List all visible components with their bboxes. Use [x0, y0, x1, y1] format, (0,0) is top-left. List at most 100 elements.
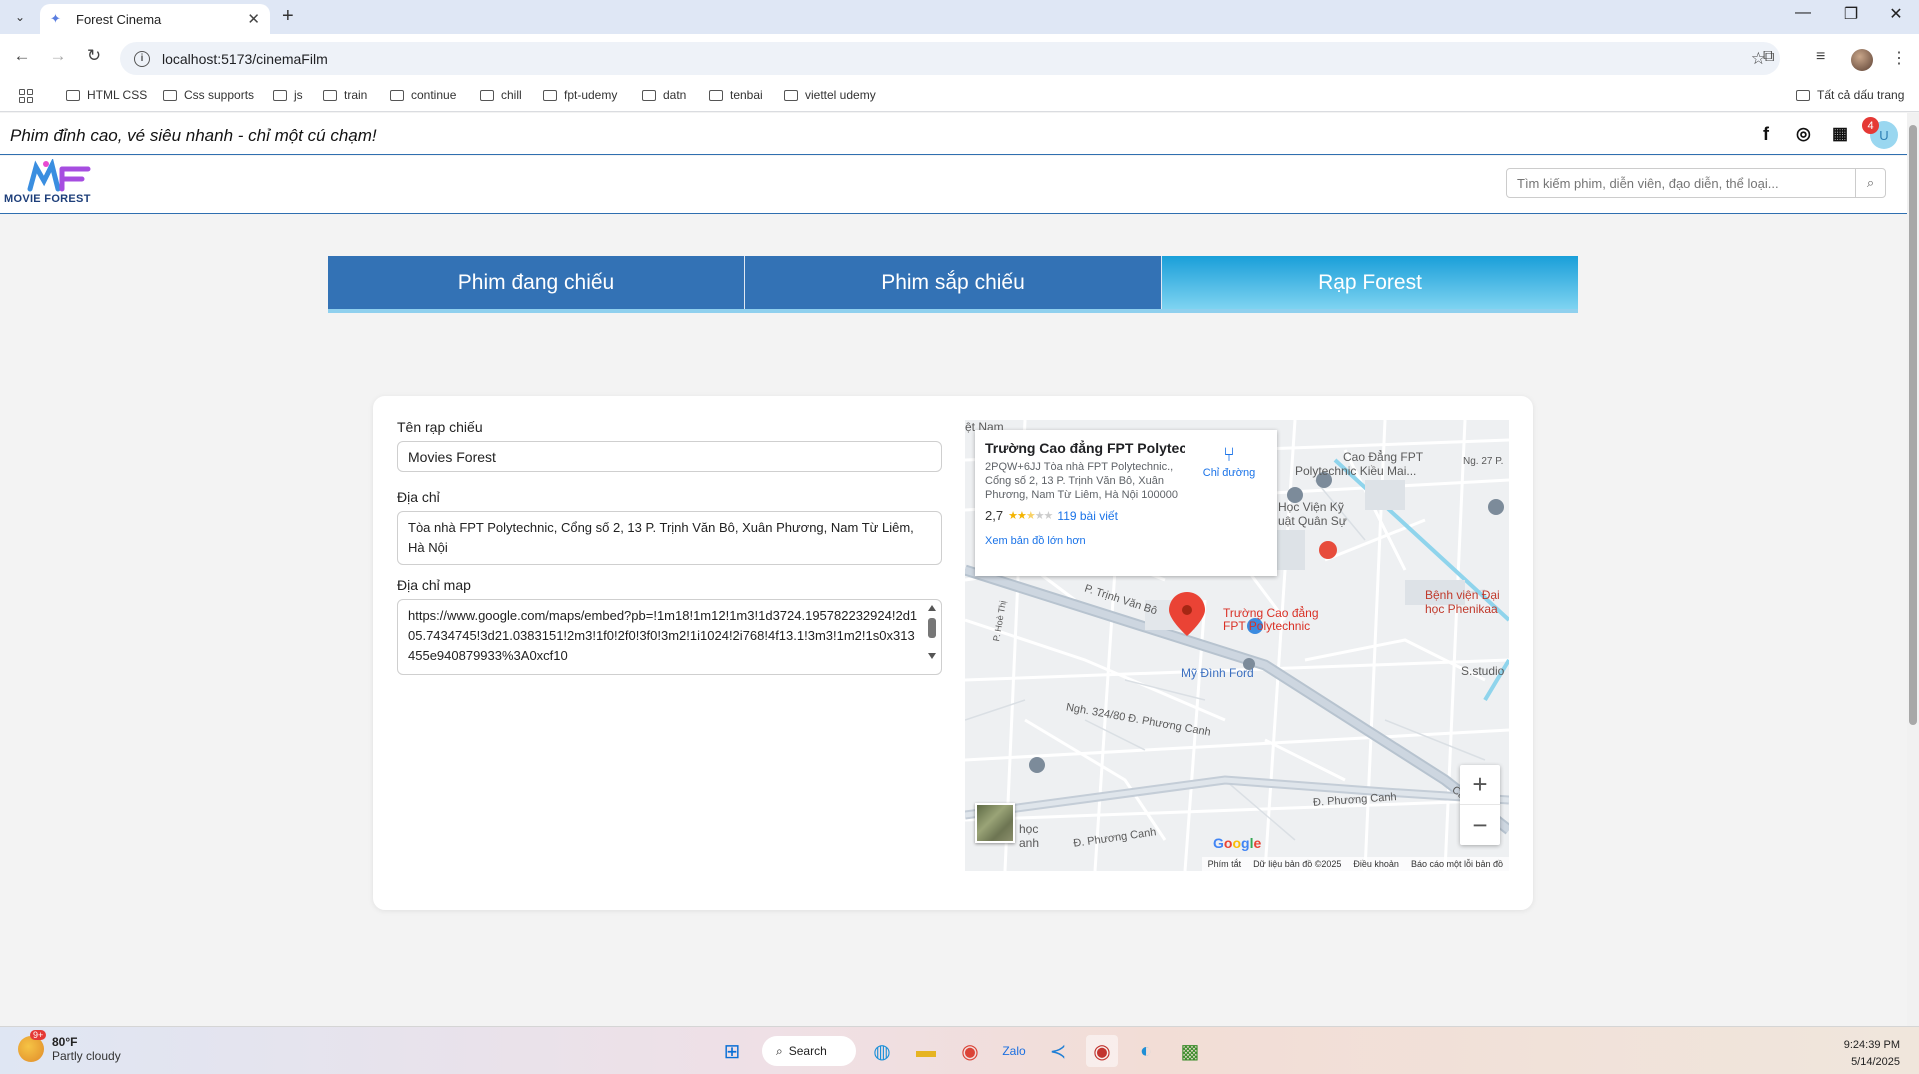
terms-link[interactable]: Điều khoản	[1353, 859, 1399, 869]
close-tab-icon[interactable]: ✕	[247, 10, 260, 28]
map-marker-label: Trường Cao đẳng	[1223, 606, 1319, 620]
bookmark-folder[interactable]: HTML CSS	[66, 88, 147, 102]
zoom-in-button[interactable]: +	[1460, 765, 1500, 805]
bookmark-folder[interactable]: train	[323, 88, 367, 102]
folder-icon	[480, 89, 494, 101]
keyboard-shortcuts-link[interactable]: Phím tắt	[1208, 859, 1242, 869]
file-explorer-icon[interactable]: ▬	[910, 1035, 942, 1067]
zoom-out-button[interactable]: −	[1460, 805, 1500, 845]
weather-desc: Partly cloudy	[52, 1049, 121, 1063]
place-info-card: Trường Cao đẳng FPT Polytec... 2PQW+6JJ …	[975, 430, 1277, 576]
weather-widget[interactable]: 9+ 80°F Partly cloudy	[18, 1030, 121, 1063]
back-button[interactable]: ←	[10, 46, 34, 66]
bookmark-folder[interactable]: continue	[390, 88, 456, 102]
directions-button[interactable]: ⑂ Chỉ đường	[1199, 444, 1259, 479]
map-url-label: Địa chỉ map	[397, 577, 471, 593]
chrome-icon[interactable]: ◉	[954, 1035, 986, 1067]
search-button[interactable]: ⌕	[1855, 169, 1885, 197]
site-topbar: Phim đỉnh cao, vé siêu nhanh - chỉ một c…	[0, 113, 1907, 155]
report-error-link[interactable]: Báo cáo một lỗi bản đồ	[1411, 859, 1503, 869]
map-label: anh	[1019, 836, 1040, 850]
film-ticket-icon[interactable]: ▦	[1832, 124, 1848, 144]
map-label: Cao Đẳng FPT	[1343, 450, 1424, 464]
vscode-icon[interactable]: ≺	[1042, 1035, 1074, 1067]
tab-now-showing[interactable]: Phim đang chiếu	[328, 256, 745, 309]
apps-grid-icon[interactable]	[19, 89, 33, 103]
folder-icon	[66, 89, 80, 101]
map-marker-label: FPT Polytechnic	[1223, 619, 1311, 633]
bookmark-folder[interactable]: chill	[480, 88, 522, 102]
bookmark-folder[interactable]: tenbai	[709, 88, 763, 102]
windows-taskbar: 9+ 80°F Partly cloudy ⊞ ⌕ Search ◍ ▬ ◉ Za…	[0, 1026, 1919, 1074]
minimize-button[interactable]: —	[1780, 4, 1826, 22]
search-input[interactable]	[1507, 169, 1855, 197]
bookmark-folder[interactable]: fpt-udemy	[543, 88, 617, 102]
map-label: Học Viện Kỹ	[1278, 500, 1344, 514]
taskbar-search[interactable]: ⌕ Search	[762, 1036, 856, 1066]
page-scrollbar[interactable]	[1907, 113, 1919, 1026]
reviews-link[interactable]: 119 bài viết	[1057, 509, 1118, 523]
system-clock[interactable]: 9:24:39 PM 5/14/2025	[1830, 1037, 1900, 1070]
address-field[interactable]: Tòa nhà FPT Polytechnic, Cổng số 2, 13 P…	[397, 511, 942, 565]
edge-icon[interactable]: ◍	[866, 1035, 898, 1067]
address-bar[interactable]: i localhost:5173/cinemaFilm ☆	[120, 42, 1780, 75]
weather-badge: 9+	[30, 1030, 47, 1040]
map-label: học Phenikaa	[1425, 602, 1498, 616]
textarea-scrollbar[interactable]	[925, 602, 939, 672]
map-label: Mỹ Đình Ford	[1181, 666, 1254, 680]
folder-icon	[709, 89, 723, 101]
place-address: 2PQW+6JJ Tòa nhà FPT Polytechnic., Cổng …	[985, 461, 1178, 501]
close-window-button[interactable]: ✕	[1873, 4, 1919, 24]
instagram-icon[interactable]: ◎	[1796, 124, 1811, 144]
rating-stars-icon: ★★★★★	[1008, 510, 1053, 523]
facebook-icon[interactable]: f	[1763, 124, 1769, 145]
chevron-down-icon: ⌄	[14, 10, 26, 24]
more-menu-icon[interactable]: ⋮	[1891, 48, 1907, 68]
new-tab-button[interactable]: +	[282, 5, 294, 28]
slogan: Phim đỉnh cao, vé siêu nhanh - chỉ một c…	[10, 126, 377, 145]
tab-forest-cinema[interactable]: Rạp Forest	[1162, 256, 1578, 309]
map-label: Polytechnic Kiều Mai...	[1295, 464, 1417, 478]
media-controls-icon[interactable]: ≡	[1816, 48, 1825, 66]
profile-avatar[interactable]	[1851, 49, 1873, 71]
cinema-info-card: Tên rạp chiếu Movies Forest Địa chỉ Tòa …	[373, 396, 1533, 910]
folder-icon	[642, 89, 656, 101]
restore-button[interactable]: ❐	[1828, 4, 1874, 24]
map-footer: Phím tắt Dữ liệu bản đồ ©2025 Điều khoản…	[1201, 857, 1509, 871]
rating-value: 2,7	[985, 508, 1004, 524]
satellite-toggle[interactable]	[975, 803, 1015, 843]
app-icon-green[interactable]: ▩	[1174, 1035, 1206, 1067]
zalo-icon[interactable]: Zalo	[998, 1035, 1030, 1067]
app-icon[interactable]: ◐	[1130, 1035, 1162, 1067]
tab-search-button[interactable]: ⌄	[8, 6, 32, 28]
map-url-field[interactable]: https://www.google.com/maps/embed?pb=!1m…	[397, 599, 942, 675]
view-larger-map-link[interactable]: Xem bản đồ lớn hơn	[985, 535, 1267, 547]
google-map-embed[interactable]: ệt Nam Cao Đẳng FPT Polytechnic Kiều Mai…	[965, 420, 1509, 871]
chrome-active-icon[interactable]: ◉	[1086, 1035, 1118, 1067]
forward-button[interactable]: →	[46, 46, 70, 66]
all-bookmarks[interactable]: Tất cả dấu trang	[1796, 88, 1904, 102]
directions-label: Chỉ đường	[1202, 467, 1256, 479]
cinema-name-field[interactable]: Movies Forest	[397, 441, 942, 472]
clock-time: 9:24:39 PM	[1843, 1039, 1900, 1051]
address-label: Địa chỉ	[397, 489, 440, 505]
reload-button[interactable]: ↻	[82, 46, 106, 66]
windows-start-icon[interactable]: ⊞	[716, 1035, 748, 1067]
extensions-icon[interactable]: ⧉	[1763, 48, 1774, 66]
bookmark-folder[interactable]: js	[273, 88, 303, 102]
folder-icon	[543, 89, 557, 101]
bookmark-folder[interactable]: datn	[642, 88, 686, 102]
google-logo: Google	[1213, 835, 1262, 851]
folder-icon	[163, 89, 177, 101]
site-logo[interactable]: MOVIE FOREST	[4, 159, 122, 209]
bookmark-folder[interactable]: viettel udemy	[784, 88, 876, 102]
bookmark-folder[interactable]: Css supports	[163, 88, 254, 102]
tab-coming-soon[interactable]: Phim sắp chiếu	[745, 256, 1162, 309]
site-info-icon[interactable]: i	[134, 50, 150, 67]
bookmarks-bar: HTML CSS Css supports js train continue …	[0, 82, 1919, 112]
folder-icon	[323, 89, 337, 101]
map-data-text: Dữ liệu bản đồ ©2025	[1253, 859, 1342, 869]
tab-title: Forest Cinema	[76, 11, 162, 27]
scroll-thumb[interactable]	[1909, 125, 1917, 725]
browser-tab-active[interactable]: ✦ Forest Cinema ✕	[40, 4, 270, 34]
